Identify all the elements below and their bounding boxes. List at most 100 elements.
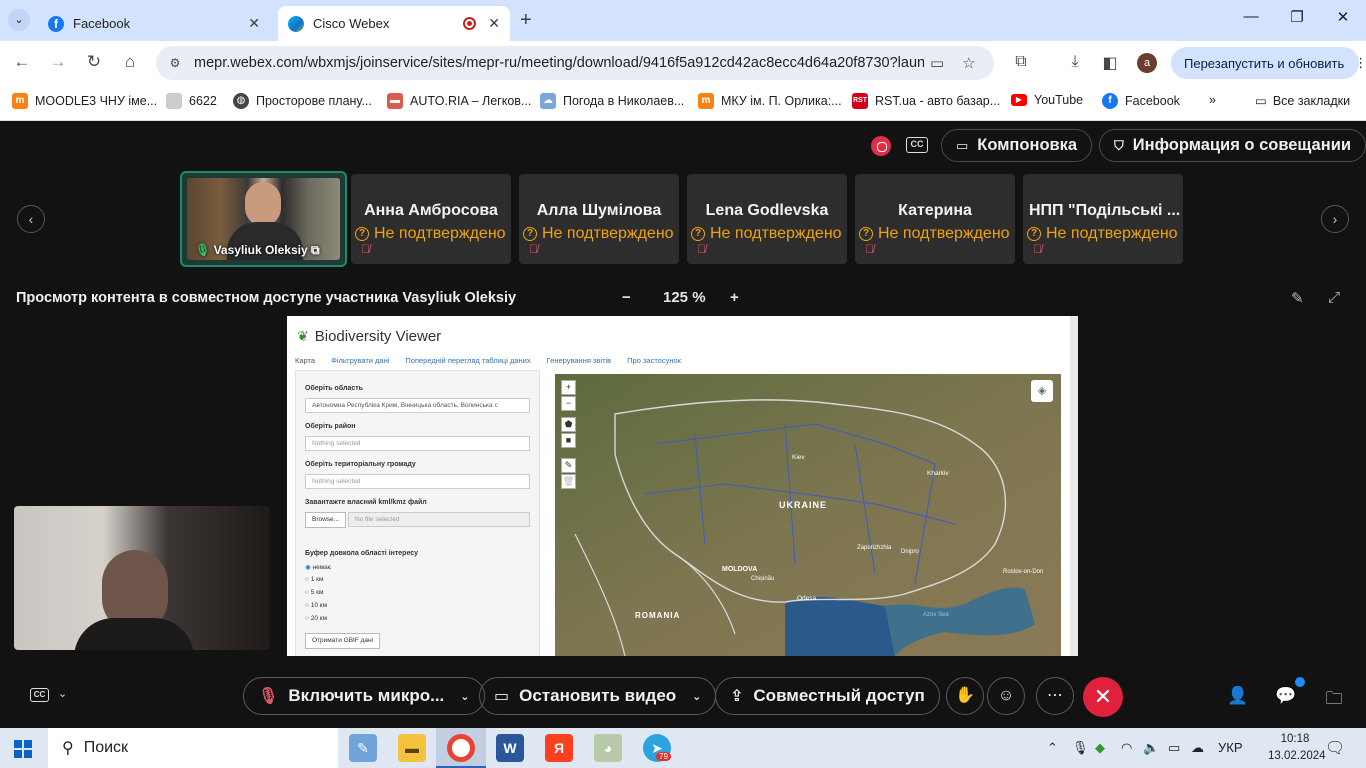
layout-button[interactable]: ▭ Компоновка <box>941 129 1093 162</box>
relaunch-update-button[interactable]: Перезапустить и обновить ⋮ <box>1171 47 1366 79</box>
yandex-icon[interactable]: Я <box>545 734 573 762</box>
fullscreen-icon[interactable]: ⤢ <box>1328 289 1340 306</box>
bookmark-6622[interactable]: 6622 <box>166 93 217 109</box>
buffer-radio-5km[interactable]: ○ 5 км <box>305 589 323 596</box>
notifications-icon[interactable]: 🗨 <box>1325 738 1345 758</box>
forward-icon[interactable]: → <box>47 52 69 72</box>
shared-screen-content[interactable]: ❦ Biodiversity Viewer Карта Фільтрувати д… <box>287 316 1078 656</box>
camera-in-use-icon[interactable]: ▭ <box>930 54 944 72</box>
battery-icon[interactable]: ▭ <box>1168 740 1180 756</box>
browse-button[interactable]: Browse... <box>305 512 347 528</box>
edit-layers-icon[interactable]: ✎ <box>561 458 576 473</box>
draw-rectangle-icon[interactable]: ■ <box>561 433 576 448</box>
new-tab-button[interactable]: + <box>520 9 532 32</box>
participant-tile[interactable]: Алла Шумілова ? Не подтверждено 🎙̸ <box>519 174 679 264</box>
chrome-icon[interactable] <box>447 734 475 762</box>
taskbar-clock[interactable]: 10:18 13.02.2024 <box>1268 731 1326 765</box>
bookmark-mku[interactable]: m МКУ ім. П. Орлика:... <box>698 93 842 109</box>
community-select[interactable]: Nothing selected <box>305 474 530 489</box>
tab-cisco-webex[interactable]: Cisco Webex ✕ <box>278 6 510 41</box>
raise-hand-icon[interactable]: ✋ <box>946 677 984 715</box>
participant-tile[interactable]: НПП "Подільські ... ? Не подтверждено 🎙̸ <box>1023 174 1183 264</box>
tab-reports[interactable]: Генерування звітів <box>547 356 612 365</box>
more-options-icon[interactable]: ⋯ <box>1036 677 1074 715</box>
annotate-icon[interactable]: ✎ <box>1291 289 1304 307</box>
participant-tile[interactable]: Lena Godlevska ? Не подтверждено 🎙̸ <box>687 174 847 264</box>
language-indicator[interactable]: УКР <box>1218 740 1243 755</box>
word-icon[interactable]: W <box>496 734 524 762</box>
minimize-icon[interactable]: — <box>1241 8 1261 25</box>
paint-app-icon[interactable]: ✎ <box>349 734 377 762</box>
district-select[interactable]: Nothing selected <box>305 436 530 451</box>
close-tab-icon[interactable]: ✕ <box>248 15 260 32</box>
tab-filter[interactable]: Фільтрувати дані <box>331 356 389 365</box>
previous-participants-icon[interactable]: ‹ <box>17 205 45 233</box>
paint-palette-icon[interactable]: ◕ <box>594 734 622 762</box>
zoom-out-button[interactable]: − <box>622 289 631 306</box>
leave-meeting-button[interactable]: ✕ <box>1083 677 1123 717</box>
stop-video-button[interactable]: ▭ Остановить видео ⌄ <box>479 677 717 715</box>
delete-layers-icon[interactable]: 🗑 <box>561 474 576 489</box>
buffer-radio-1km[interactable]: ○ 1 км <box>305 576 323 583</box>
restore-icon[interactable]: ❐ <box>1287 8 1307 26</box>
home-icon[interactable]: ⌂ <box>119 52 141 72</box>
tab-preview[interactable]: Попередній перегляд таблиці даних <box>405 356 530 365</box>
satellite-map[interactable]: + − ⬟ ■ ✎ 🗑 ◈ UKRAINE MOLDOVA ROMANIA Ki… <box>555 374 1061 656</box>
bookmark-autoria[interactable]: ▬ AUTO.RIA – Легков... <box>387 93 531 109</box>
volume-icon[interactable]: 🔈 <box>1143 740 1159 756</box>
closed-captions-icon[interactable]: CC <box>906 137 928 153</box>
participant-tile[interactable]: Анна Амбросова ? Не подтверждено 🎙̸ <box>351 174 511 264</box>
draw-polygon-icon[interactable]: ⬟ <box>561 417 576 432</box>
reactions-icon[interactable]: ☺ <box>987 677 1025 715</box>
chevron-down-icon[interactable]: ⌄ <box>460 690 469 703</box>
participant-tile[interactable]: Катерина ? Не подтверждено 🎙̸ <box>855 174 1015 264</box>
extensions-icon[interactable]: ⧉ <box>1011 53 1031 71</box>
reload-icon[interactable]: ↻ <box>83 52 105 72</box>
bookmark-rst[interactable]: RST RST.ua - авто базар... <box>852 93 1000 109</box>
tab-facebook[interactable]: f Facebook ✕ <box>38 6 270 41</box>
buffer-radio-20km[interactable]: ○ 20 км <box>305 615 327 622</box>
meeting-info-button[interactable]: ⛉ Информация о совещании <box>1099 129 1366 162</box>
bookmark-star-icon[interactable]: ☆ <box>962 54 975 72</box>
participants-icon[interactable]: 👤 <box>1227 686 1249 706</box>
files-folder-icon[interactable]: 🗀 <box>1323 686 1345 715</box>
self-video-tile[interactable]: 🎙 Vasyliuk Oleksiy ⧉ <box>180 171 347 267</box>
bookmark-prostorove[interactable]: ◍ Просторове плану... <box>233 93 372 109</box>
map-zoom-out-button[interactable]: − <box>561 396 576 411</box>
chevron-down-icon[interactable]: ⌄ <box>692 690 701 703</box>
buffer-radio-none[interactable]: ◉ немає <box>305 563 331 571</box>
address-bar[interactable]: ⚙ mepr.webex.com/wbxmjs/joinservice/site… <box>156 46 994 80</box>
layers-icon[interactable]: ◈ <box>1031 380 1053 402</box>
back-icon[interactable]: ← <box>11 52 33 72</box>
all-bookmarks[interactable]: ▭ Все закладки <box>1255 93 1350 109</box>
recording-indicator-icon[interactable] <box>871 136 891 156</box>
taskbar-search[interactable]: ⚲ Поиск <box>48 728 338 768</box>
bookmark-moodle3[interactable]: m MOODLE3 ЧНУ імe... <box>12 93 157 109</box>
captions-icon[interactable]: CC <box>30 688 49 702</box>
more-bookmarks-chevron-icon[interactable]: » <box>1209 93 1216 107</box>
close-window-icon[interactable]: ✕ <box>1333 8 1353 26</box>
bookmark-youtube[interactable]: ▶ YouTube <box>1011 93 1083 107</box>
region-select[interactable]: Автономна Республіка Крим, Вінницька обл… <box>305 398 530 413</box>
map-zoom-in-button[interactable]: + <box>561 380 576 395</box>
next-participants-icon[interactable]: › <box>1321 205 1349 233</box>
gbif-button[interactable]: Отримати GBIF дані <box>305 633 381 649</box>
buffer-radio-10km[interactable]: ○ 10 км <box>305 602 327 609</box>
file-explorer-icon[interactable]: ▬ <box>398 734 426 762</box>
close-tab-icon[interactable]: ✕ <box>488 15 500 32</box>
onedrive-icon[interactable]: ☁ <box>1191 740 1204 756</box>
microphone-icon[interactable]: 🎙 <box>1072 740 1089 756</box>
unmute-button[interactable]: 🎙 Включить микро... ⌄ <box>243 677 485 715</box>
defender-icon[interactable]: ◆ <box>1095 740 1105 756</box>
tab-about[interactable]: Про застосунок <box>627 356 681 365</box>
site-info-icon[interactable]: ⚙ <box>166 56 184 70</box>
tray-chevron-icon[interactable]: ⌃ <box>1047 740 1058 756</box>
side-panel-icon[interactable]: ◧ <box>1100 53 1120 73</box>
captions-chevron-icon[interactable]: ⌄ <box>58 687 67 700</box>
bookmark-facebook[interactable]: f Facebook <box>1102 93 1180 109</box>
downloads-icon[interactable]: ⤓ <box>1065 53 1085 71</box>
bookmark-weather[interactable]: ☁ Погода в Николаев... <box>540 93 684 109</box>
tab-map[interactable]: Карта <box>295 356 315 365</box>
wifi-icon[interactable]: ◠ <box>1121 740 1132 756</box>
shared-scrollbar[interactable] <box>1070 316 1078 656</box>
